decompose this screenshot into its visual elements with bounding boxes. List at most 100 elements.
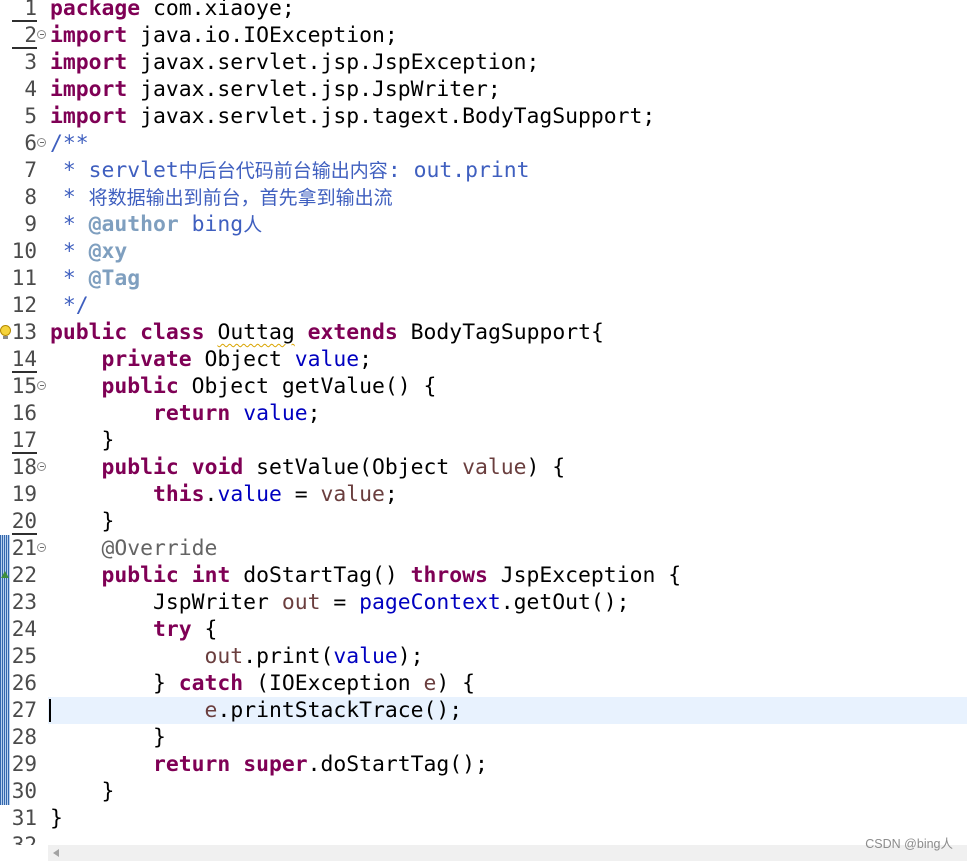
- editor-line-22: 22 public int doStartTag() throws JspExc…: [0, 562, 967, 589]
- plain-token: }: [50, 671, 179, 696]
- line-number: 8: [24, 185, 37, 209]
- keyword-token: super: [243, 752, 308, 777]
- code-line-32[interactable]: [48, 832, 967, 845]
- code-line-25[interactable]: out.print(value);: [48, 643, 967, 670]
- line-gutter: 28: [0, 724, 48, 751]
- plain-token: ;: [359, 347, 372, 372]
- code-line-14[interactable]: private Object value;: [48, 346, 967, 373]
- code-line-2[interactable]: import java.io.IOException;: [48, 22, 967, 49]
- editor-line-26: 26 } catch (IOException e) {: [0, 670, 967, 697]
- keyword-token: try: [153, 617, 192, 642]
- code-line-23[interactable]: JspWriter out = pageContext.getOut();: [48, 589, 967, 616]
- plain-token: JspException {: [487, 563, 682, 588]
- keyword-token: public: [101, 455, 179, 480]
- line-number: 14: [11, 347, 37, 371]
- warning-bulb-icon[interactable]: [0, 325, 11, 339]
- line-gutter: 27: [0, 697, 48, 724]
- line-gutter: 11: [0, 265, 48, 292]
- line-gutter: 32: [0, 832, 48, 845]
- code-line-8[interactable]: * 将数据输出到前台，首先拿到输出流: [48, 184, 967, 211]
- editor-line-13: 13 public class Outtag extends BodyTagSup…: [0, 319, 967, 346]
- code-line-16[interactable]: return value;: [48, 400, 967, 427]
- line-number: 26: [11, 671, 37, 695]
- text-cursor: [49, 699, 51, 722]
- editor-line-25: 25 out.print(value);: [0, 643, 967, 670]
- plain-token: {: [191, 617, 218, 642]
- line-number: 6: [24, 131, 37, 155]
- code-line-22[interactable]: public int doStartTag() throws JspExcept…: [48, 562, 967, 589]
- keyword-token: return: [153, 752, 231, 777]
- code-line-24[interactable]: try {: [48, 616, 967, 643]
- horizontal-scrollbar[interactable]: [48, 845, 967, 861]
- line-number: 3: [24, 50, 37, 74]
- code-line-29[interactable]: return super.doStartTag();: [48, 751, 967, 778]
- editor-line-21: 21 @Override: [0, 535, 967, 562]
- code-line-10[interactable]: * @xy: [48, 238, 967, 265]
- keyword-token: void: [191, 455, 244, 480]
- line-gutter: 19: [0, 481, 48, 508]
- line-gutter: 12: [0, 292, 48, 319]
- code-line-31[interactable]: }: [48, 805, 967, 832]
- code-line-18[interactable]: public void setValue(Object value) {: [48, 454, 967, 481]
- line-gutter: 15: [0, 373, 48, 400]
- editor-line-6: 6 /**: [0, 130, 967, 157]
- editor-line-19: 19 this.value = value;: [0, 481, 967, 508]
- code-line-12[interactable]: */: [48, 292, 967, 319]
- fold-collapse-icon[interactable]: [37, 543, 46, 552]
- plain-token: }: [50, 725, 166, 750]
- javadoc-token: 将数据输出到前台，首先拿到输出流: [88, 187, 393, 209]
- keyword-token: import: [50, 104, 128, 129]
- code-line-5[interactable]: import javax.servlet.jsp.tagext.BodyTagS…: [48, 103, 967, 130]
- local-variable-token: out: [204, 644, 244, 669]
- keyword-token: package: [50, 0, 141, 21]
- editor-line-5: 5 import javax.servlet.jsp.tagext.BodyTag…: [0, 103, 967, 130]
- line-gutter: 6: [0, 130, 48, 157]
- code-line-21[interactable]: @Override: [48, 535, 967, 562]
- fold-collapse-icon[interactable]: [37, 381, 46, 390]
- local-variable-token: out: [281, 590, 321, 615]
- line-number: 9: [24, 212, 37, 236]
- line-number: 18: [11, 455, 37, 479]
- plain-token: javax.servlet.jsp.JspWriter;: [127, 77, 501, 102]
- line-number: 15: [11, 374, 37, 398]
- line-number: 25: [11, 644, 37, 668]
- code-line-9[interactable]: * @author bing人: [48, 211, 967, 238]
- plain-token: doStartTag(): [230, 563, 411, 588]
- line-number: 5: [24, 104, 37, 128]
- code-line-19[interactable]: this.value = value;: [48, 481, 967, 508]
- code-line-20[interactable]: }: [48, 508, 967, 535]
- line-gutter: 26: [0, 670, 48, 697]
- line-number: 32: [11, 833, 37, 845]
- local-variable-token: e: [423, 671, 437, 696]
- plain-token: =: [281, 482, 321, 507]
- scroll-left-arrow-icon[interactable]: [53, 849, 59, 857]
- code-line-11[interactable]: * @Tag: [48, 265, 967, 292]
- override-indicator-icon[interactable]: [1, 571, 9, 578]
- code-line-13[interactable]: public class Outtag extends BodyTagSuppo…: [48, 319, 967, 346]
- code-line-1[interactable]: package com.xiaoye;: [48, 0, 967, 22]
- code-line-4[interactable]: import javax.servlet.jsp.JspWriter;: [48, 76, 967, 103]
- code-line-17[interactable]: }: [48, 427, 967, 454]
- editor-line-8: 8 * 将数据输出到前台，首先拿到输出流: [0, 184, 967, 211]
- code-line-27[interactable]: e.printStackTrace();: [48, 697, 967, 724]
- javadoc-tag-token: @xy: [88, 239, 128, 264]
- javadoc-token: * servlet: [50, 158, 179, 183]
- line-number: 7: [24, 158, 37, 182]
- editor-lines: 1 package com.xiaoye; 2 import java.io.IOEx…: [0, 0, 967, 845]
- code-line-6[interactable]: /**: [48, 130, 967, 157]
- javadoc-token: *: [50, 239, 89, 264]
- code-line-15[interactable]: public Object getValue() {: [48, 373, 967, 400]
- fold-collapse-icon[interactable]: [37, 138, 46, 147]
- code-line-3[interactable]: import javax.servlet.jsp.JspException;: [48, 49, 967, 76]
- fold-collapse-icon[interactable]: [37, 30, 46, 39]
- code-line-26[interactable]: } catch (IOException e) {: [48, 670, 967, 697]
- editor-line-2: 2 import java.io.IOException;: [0, 22, 967, 49]
- fold-collapse-icon[interactable]: [37, 462, 46, 471]
- code-line-28[interactable]: }: [48, 724, 967, 751]
- code-line-7[interactable]: * servlet中后台代码前台输出内容: out.print: [48, 157, 967, 184]
- code-line-30[interactable]: }: [48, 778, 967, 805]
